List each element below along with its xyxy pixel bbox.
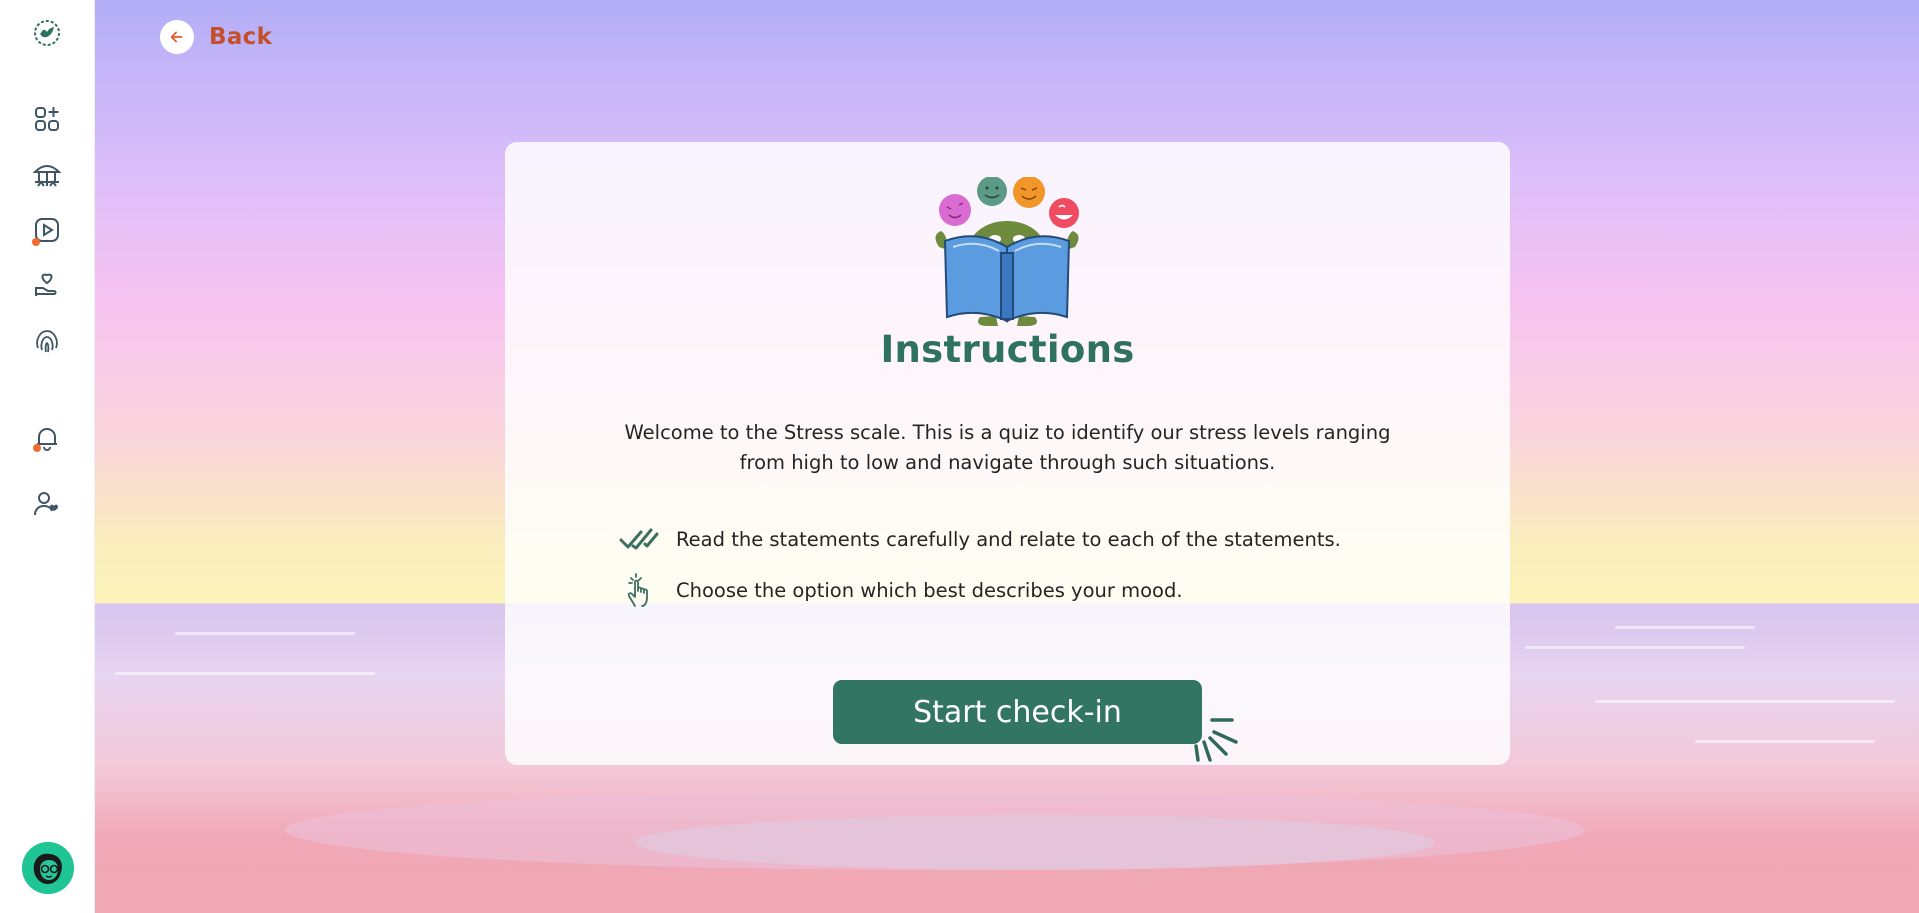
- start-check-in-button[interactable]: Start check-in: [833, 680, 1202, 744]
- back-arrow-icon: [160, 20, 194, 54]
- sea-highlight: [1525, 646, 1745, 649]
- rule-item: Read the statements carefully and relate…: [618, 521, 1341, 557]
- rule-item: Choose the option which best describes y…: [618, 572, 1183, 608]
- community-icon[interactable]: [30, 158, 64, 192]
- instructions-card: Instructions Welcome to the Stress scale…: [505, 142, 1510, 765]
- card-title: Instructions: [880, 328, 1135, 371]
- tap-hand-icon: [618, 572, 660, 608]
- sea-highlight: [115, 672, 375, 675]
- logo-icon[interactable]: [30, 16, 64, 50]
- sidebar: [0, 0, 95, 913]
- dashboard-icon[interactable]: [30, 102, 64, 136]
- sea-highlight: [1595, 700, 1895, 703]
- rule-text: Choose the option which best describes y…: [676, 578, 1183, 602]
- sea-highlight: [1695, 740, 1875, 743]
- video-icon[interactable]: [30, 213, 64, 247]
- back-button[interactable]: Back: [160, 19, 272, 55]
- mascot-illustration: [935, 177, 1079, 326]
- rule-text: Read the statements carefully and relate…: [676, 527, 1341, 551]
- profile-icon[interactable]: [30, 487, 64, 521]
- sea-highlight: [175, 632, 355, 635]
- main-stage: Back Instructions Welcome to the Stress …: [95, 0, 1919, 913]
- back-label: Back: [209, 24, 273, 50]
- sea-highlight: [1615, 626, 1755, 629]
- care-icon[interactable]: [30, 268, 64, 302]
- avatar[interactable]: [22, 842, 74, 894]
- bell-badge: [33, 444, 41, 452]
- sparkle-icon: [1194, 718, 1238, 762]
- fingerprint-icon[interactable]: [30, 324, 64, 358]
- sea-reflection: [635, 815, 1435, 870]
- bell-icon[interactable]: [30, 421, 64, 455]
- card-intro: Welcome to the Stress scale. This is a q…: [624, 421, 1391, 474]
- video-badge: [32, 238, 40, 246]
- double-check-icon: [618, 521, 660, 557]
